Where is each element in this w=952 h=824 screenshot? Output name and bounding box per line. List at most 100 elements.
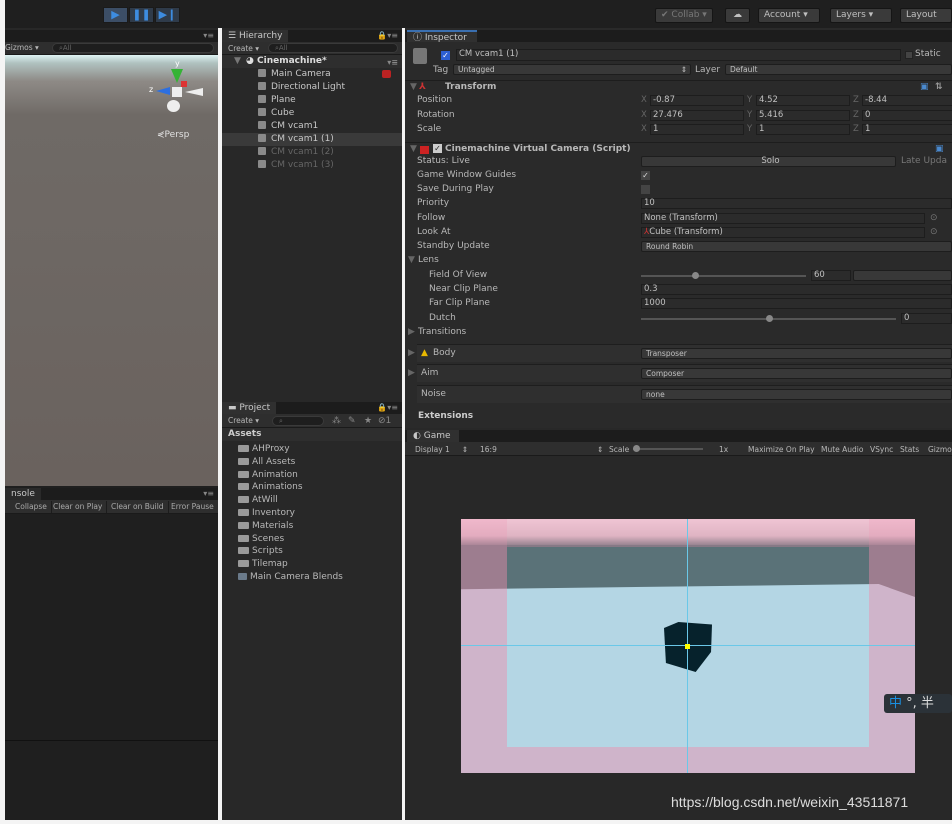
scene-gizmo-neg-y[interactable]	[167, 100, 180, 112]
settings-icon[interactable]: ⇅	[935, 81, 943, 94]
ime-indicator[interactable]: 中 °, 半	[884, 694, 952, 713]
tab-hierarchy[interactable]: ☰ Hierarchy	[222, 30, 289, 42]
object-picker-icon[interactable]: ⊙	[930, 212, 938, 225]
lock-and-menu-icon[interactable]: 🔒▾≡	[377, 31, 398, 40]
scene-gizmo-neg-x[interactable]	[185, 88, 203, 96]
tab-inspector[interactable]: ⓘ Inspector	[407, 30, 477, 43]
scale-slider-knob[interactable]	[633, 445, 640, 452]
hidden-packages-icon[interactable]: ⊘1	[378, 416, 391, 426]
hierarchy-item[interactable]: Plane	[222, 94, 402, 107]
foldout-icon[interactable]: ▶	[408, 348, 415, 358]
hierarchy-item[interactable]: Cube	[222, 107, 402, 120]
scene-search[interactable]: ⌕All	[52, 43, 214, 53]
project-item[interactable]: Animation	[222, 469, 402, 482]
favorites-icon[interactable]: ★	[364, 416, 372, 426]
transform-z-field[interactable]: -8.44	[862, 95, 952, 106]
expand-icon[interactable]: ▼	[234, 55, 241, 68]
hierarchy-item[interactable]: CM vcam1 (1)	[222, 133, 402, 146]
fov-preset-dropdown[interactable]	[853, 270, 952, 281]
object-name-field[interactable]: CM vcam1 (1)	[456, 49, 901, 61]
solo-button[interactable]: Solo	[641, 156, 896, 167]
transform-y-field[interactable]: 1	[756, 124, 850, 135]
error-pause-button[interactable]: Error Pause	[167, 501, 218, 513]
fov-slider[interactable]	[641, 272, 806, 279]
project-item[interactable]: All Assets	[222, 456, 402, 469]
project-search[interactable]: ⌕	[272, 416, 324, 426]
transform-z-field[interactable]: 1	[862, 124, 952, 135]
static-checkbox[interactable]	[905, 51, 913, 59]
hierarchy-item[interactable]: CM vcam1	[222, 120, 402, 133]
gizmos-dropdown[interactable]: Gizmos ▾	[5, 43, 39, 52]
panel-menu-icon[interactable]: ▾≡	[203, 489, 214, 498]
vsync-button[interactable]: VSync	[870, 445, 893, 454]
lens-row[interactable]: ▼ Lens	[405, 254, 952, 267]
lock-and-menu-icon[interactable]: 🔒▾≡	[377, 403, 398, 412]
body-section[interactable]: ▶ ▲ Body Transposer	[408, 344, 952, 362]
look-at-field[interactable]: ⅄Cube (Transform)	[641, 227, 925, 238]
active-checkbox[interactable]: ✓	[441, 51, 450, 60]
project-item[interactable]: Materials	[222, 520, 402, 533]
scene-gizmo-center[interactable]	[172, 87, 182, 97]
aim-dropdown[interactable]: Composer	[641, 368, 952, 379]
project-item[interactable]: Scripts	[222, 545, 402, 558]
tag-dropdown[interactable]: Untagged ⇕	[453, 64, 691, 75]
dutch-slider-knob[interactable]	[765, 315, 773, 322]
project-item[interactable]: Animations	[222, 481, 402, 494]
game-window-guides-checkbox[interactable]: ✓	[641, 171, 650, 180]
transitions-row[interactable]: ▶ Transitions	[405, 326, 952, 339]
hierarchy-search[interactable]: ⌕All	[268, 43, 398, 53]
object-picker-icon[interactable]: ⊙	[930, 226, 938, 239]
panel-menu-icon[interactable]: ▾≡	[203, 31, 214, 40]
filter-by-label-icon[interactable]: ✎	[348, 416, 356, 426]
display-dropdown[interactable]: Display 1 ⇕	[415, 445, 468, 454]
aim-section[interactable]: ▶ Aim Composer	[408, 364, 952, 382]
foldout-icon[interactable]: ▼	[410, 81, 417, 94]
collab-button[interactable]: ✔ Collab ▾	[655, 8, 713, 23]
filter-by-type-icon[interactable]: ⁂	[332, 416, 341, 426]
fov-slider-knob[interactable]	[692, 272, 700, 279]
account-button[interactable]: Account ▾	[758, 8, 820, 23]
step-button[interactable]: ▶❙	[155, 7, 180, 23]
layer-dropdown[interactable]: Default	[725, 64, 952, 75]
game-view[interactable]	[461, 519, 915, 773]
foldout-icon[interactable]: ▶	[408, 368, 415, 378]
transform-y-field[interactable]: 4.52	[756, 95, 850, 106]
layers-button[interactable]: Layers ▾	[830, 8, 892, 23]
hierarchy-item[interactable]: CM vcam1 (2)	[222, 146, 402, 159]
scale-slider[interactable]	[633, 445, 703, 452]
cloud-button[interactable]: ☁	[725, 8, 750, 23]
hierarchy-item[interactable]: Directional Light	[222, 81, 402, 94]
body-dropdown[interactable]: Transposer	[641, 348, 952, 359]
transform-x-field[interactable]: -0.87	[650, 95, 744, 106]
scene-view[interactable]: y z ⋞Persp	[5, 55, 218, 486]
vcam-enabled-checkbox[interactable]: ✓	[433, 144, 442, 153]
clear-on-build-button[interactable]: Clear on Build	[107, 501, 169, 513]
project-item[interactable]: Inventory	[222, 507, 402, 520]
priority-field[interactable]: 10	[641, 198, 952, 209]
vcam-header[interactable]: ▼ ✓ Cinemachine Virtual Camera (Script) …	[405, 142, 952, 155]
collapse-button[interactable]: Collapse	[11, 501, 52, 513]
tab-game[interactable]: ◐ Game	[407, 430, 459, 442]
project-item[interactable]: Main Camera Blends	[222, 571, 402, 584]
help-icon[interactable]: ▣	[920, 81, 929, 94]
hierarchy-item[interactable]: CM vcam1 (3)	[222, 159, 402, 172]
follow-field[interactable]: None (Transform)	[641, 213, 925, 224]
stats-button[interactable]: Stats	[900, 445, 919, 454]
save-during-play-checkbox[interactable]	[641, 185, 650, 194]
transform-x-field[interactable]: 1	[650, 124, 744, 135]
pause-button[interactable]: ❚❚	[129, 7, 154, 23]
hierarchy-create-button[interactable]: Create ▾	[228, 44, 259, 53]
persp-label[interactable]: ⋞Persp	[157, 130, 189, 140]
project-item[interactable]: Scenes	[222, 533, 402, 546]
project-item[interactable]: AHProxy	[222, 443, 402, 456]
standby-dropdown[interactable]: Round Robin	[641, 241, 952, 252]
scene-gizmo-z-axis[interactable]	[156, 87, 170, 95]
transform-header[interactable]: ▼ ⅄ Transform ▣ ⇅	[405, 80, 952, 93]
transform-y-field[interactable]: 5.416	[756, 109, 850, 121]
project-create-button[interactable]: Create ▾	[228, 416, 259, 425]
near-field[interactable]: 0.3	[641, 284, 952, 295]
hierarchy-item[interactable]: Main Camera	[222, 68, 402, 81]
noise-dropdown[interactable]: none	[641, 389, 952, 400]
tab-console[interactable]: nsole	[5, 488, 41, 500]
noise-section[interactable]: Noise none	[417, 385, 952, 403]
